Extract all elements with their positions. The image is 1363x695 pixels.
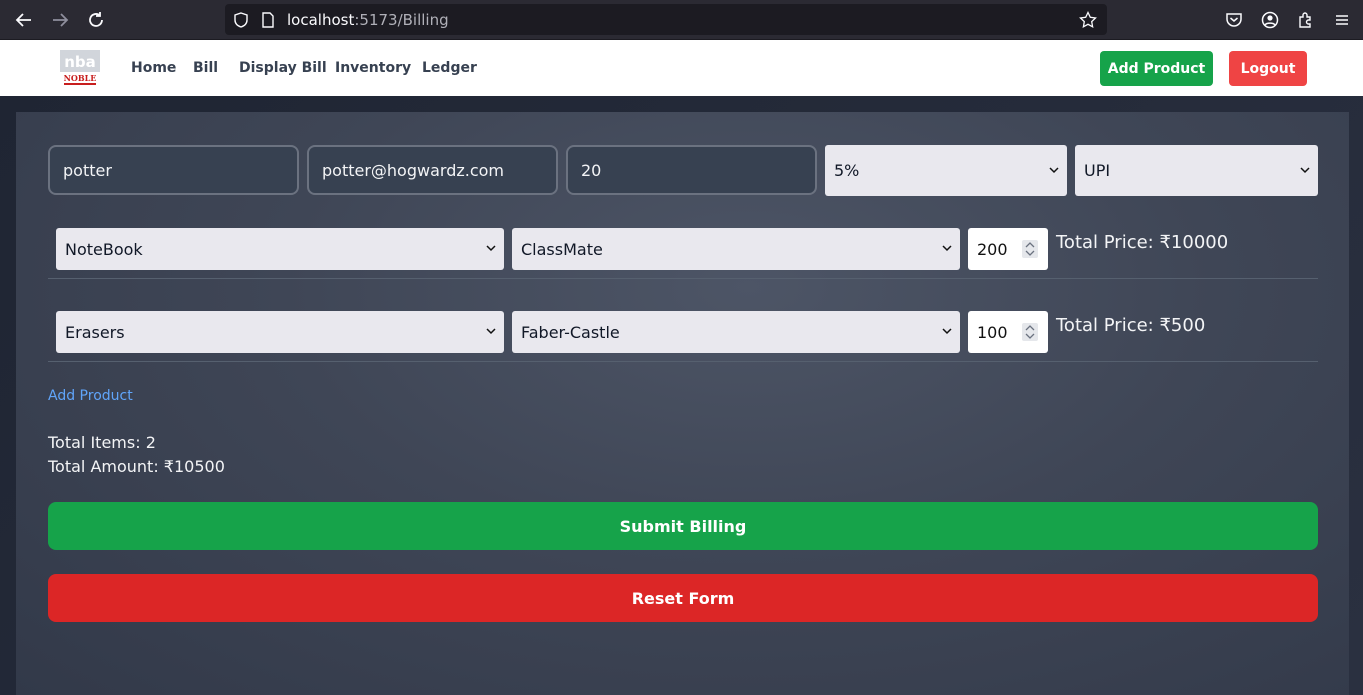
- chevron-down-icon: [1049, 166, 1059, 173]
- chevron-down-icon: [1300, 166, 1310, 173]
- nav-ledger[interactable]: Ledger: [422, 60, 477, 76]
- quantity-stepper[interactable]: 100: [968, 311, 1048, 353]
- svg-text:nba: nba: [64, 53, 96, 71]
- browser-toolbar: localhost:5173/Billing: [0, 0, 1363, 40]
- shield-icon[interactable]: [231, 10, 251, 30]
- menu-icon[interactable]: [1330, 8, 1354, 32]
- add-product-button[interactable]: Add Product: [1100, 51, 1213, 86]
- line-total-price: Total Price: ₹10000: [1056, 232, 1229, 253]
- back-icon[interactable]: [12, 8, 36, 32]
- total-items: Total Items: 2: [48, 433, 156, 452]
- extensions-icon[interactable]: [1294, 8, 1318, 32]
- product-category-value: Erasers: [65, 322, 125, 342]
- address-bar[interactable]: localhost:5173/Billing: [225, 4, 1107, 35]
- product-brand-value: Faber-Castle: [521, 322, 620, 342]
- url-text[interactable]: localhost:5173/Billing: [287, 11, 449, 29]
- chevron-down-icon: [486, 245, 496, 252]
- app-navbar: nba NOBLE Home Bill Display Bill Invento…: [0, 40, 1363, 96]
- product-brand-value: ClassMate: [521, 239, 603, 259]
- product-brand-select[interactable]: Faber-Castle: [512, 311, 960, 353]
- submit-billing-button[interactable]: Submit Billing: [48, 502, 1318, 550]
- product-category-select[interactable]: Erasers: [56, 311, 504, 353]
- add-product-link[interactable]: Add Product: [48, 388, 133, 404]
- customer-name-input[interactable]: potter: [48, 145, 299, 195]
- logout-button[interactable]: Logout: [1229, 51, 1307, 86]
- payment-method-select[interactable]: UPI: [1075, 145, 1318, 196]
- page-icon: [258, 10, 278, 30]
- pocket-icon[interactable]: [1222, 8, 1246, 32]
- row-divider: [48, 278, 1318, 279]
- line-total-price: Total Price: ₹500: [1056, 315, 1206, 336]
- product-brand-select[interactable]: ClassMate: [512, 228, 960, 270]
- nav-bill[interactable]: Bill: [193, 60, 218, 76]
- customer-number-input[interactable]: 20: [566, 145, 817, 195]
- nav-inventory[interactable]: Inventory: [335, 60, 411, 76]
- noble-logo[interactable]: nba NOBLE: [58, 48, 102, 88]
- nav-home[interactable]: Home: [131, 60, 176, 76]
- svg-text:NOBLE: NOBLE: [64, 73, 97, 83]
- product-category-select[interactable]: NoteBook: [56, 228, 504, 270]
- discount-select[interactable]: 5%: [825, 145, 1067, 196]
- payment-method-value: UPI: [1084, 161, 1111, 180]
- bookmark-star-icon[interactable]: [1078, 10, 1098, 30]
- row-divider: [48, 361, 1318, 362]
- product-category-value: NoteBook: [65, 239, 143, 259]
- discount-value: 5%: [834, 161, 860, 180]
- account-icon[interactable]: [1258, 8, 1282, 32]
- nav-display-bill[interactable]: Display Bill: [239, 60, 327, 76]
- spinner-icon[interactable]: [1022, 323, 1038, 341]
- quantity-stepper[interactable]: 200: [968, 228, 1048, 270]
- chevron-down-icon: [942, 328, 952, 335]
- chevron-down-icon: [942, 245, 952, 252]
- total-amount: Total Amount: ₹10500: [48, 457, 225, 476]
- quantity-value: 200: [977, 239, 1008, 259]
- reload-icon[interactable]: [84, 8, 108, 32]
- customer-email-input[interactable]: potter@hogwardz.com: [307, 145, 558, 195]
- chevron-down-icon: [486, 328, 496, 335]
- spinner-icon[interactable]: [1022, 240, 1038, 258]
- quantity-value: 100: [977, 322, 1008, 342]
- reset-form-button[interactable]: Reset Form: [48, 574, 1318, 622]
- forward-icon[interactable]: [48, 8, 72, 32]
